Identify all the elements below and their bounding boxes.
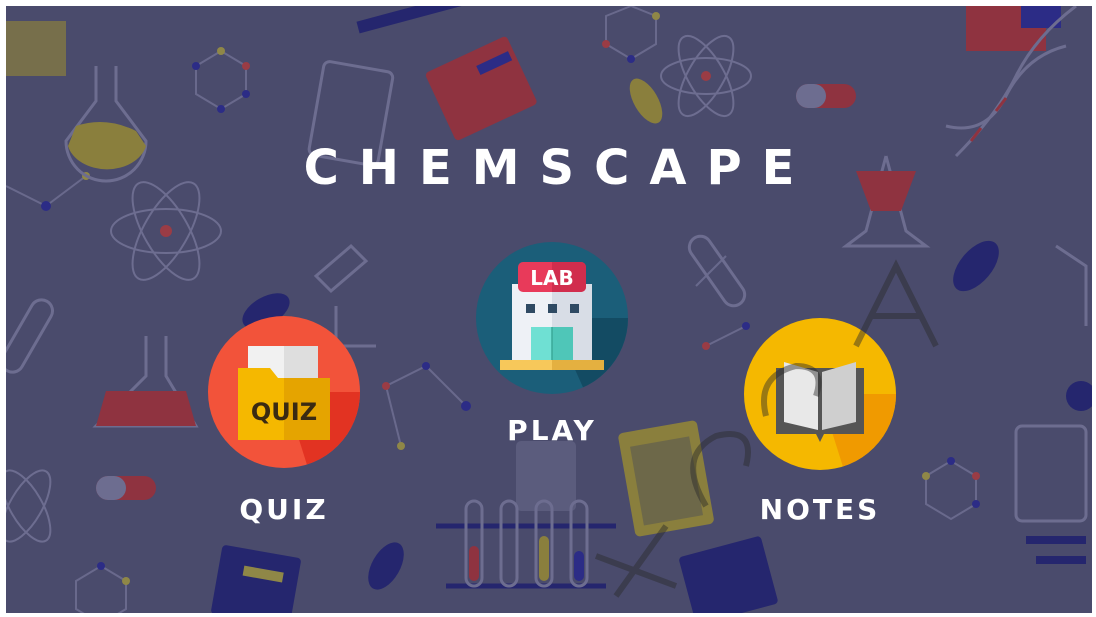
quiz-badge-text: QUIZ <box>251 398 317 426</box>
play-label[interactable]: PLAY <box>442 414 662 448</box>
quiz-label[interactable]: QUIZ <box>174 493 394 527</box>
notes-button[interactable] <box>744 318 896 470</box>
game-screen: CHEMSCAPE LAB PLAY QUIZ QUIZ NOTES <box>6 6 1092 613</box>
lab-badge-text: LAB <box>530 266 573 290</box>
game-title: CHEMSCAPE <box>303 140 815 196</box>
quiz-folder-icon: QUIZ <box>208 316 360 468</box>
quiz-button[interactable]: QUIZ <box>208 316 360 468</box>
play-button[interactable]: LAB <box>476 242 628 394</box>
open-book-icon <box>744 318 896 470</box>
notes-label[interactable]: NOTES <box>710 493 930 527</box>
lab-building-icon: LAB <box>476 242 628 394</box>
